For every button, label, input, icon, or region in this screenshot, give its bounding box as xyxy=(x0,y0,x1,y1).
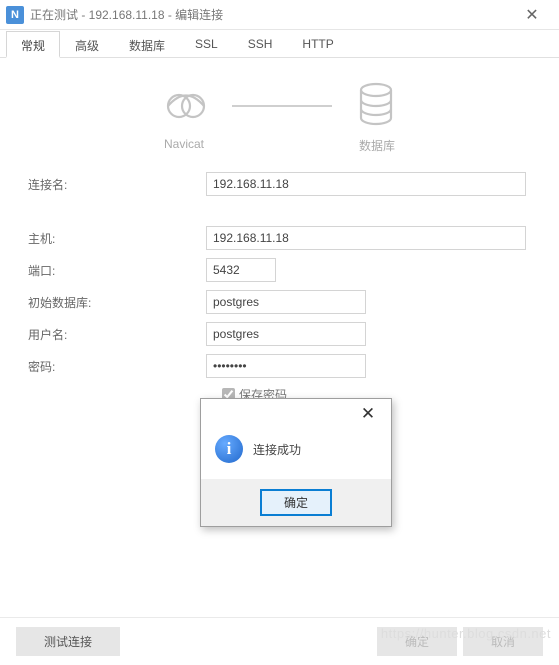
message-box: ✕ i 连接成功 确定 xyxy=(200,398,392,527)
tab-ssh[interactable]: SSH xyxy=(233,31,288,58)
tab-database[interactable]: 数据库 xyxy=(114,31,180,58)
diagram-labels: Navicat 数据库 xyxy=(0,137,559,154)
close-icon[interactable]: ✕ xyxy=(511,0,553,30)
label-password: 密码: xyxy=(16,358,206,375)
row-port: 端口: xyxy=(16,258,543,282)
database-icon xyxy=(356,82,396,129)
user-field[interactable] xyxy=(206,322,366,346)
message-box-text: 连接成功 xyxy=(253,441,301,458)
password-field[interactable] xyxy=(206,354,366,378)
message-box-foot: 确定 xyxy=(201,479,391,526)
ok-button[interactable]: 确定 xyxy=(377,627,457,656)
titlebar: N 正在测试 - 192.168.11.18 - 编辑连接 ✕ xyxy=(0,0,559,30)
label-host: 主机: xyxy=(16,230,206,247)
tab-http[interactable]: HTTP xyxy=(287,31,348,58)
row-password: 密码: xyxy=(16,354,543,378)
app-icon: N xyxy=(6,6,24,24)
message-box-close-icon[interactable]: ✕ xyxy=(347,401,389,427)
diagram-right-label: 数据库 xyxy=(359,137,395,154)
window-title: 正在测试 - 192.168.11.18 - 编辑连接 xyxy=(30,6,223,23)
port-field[interactable] xyxy=(206,258,276,282)
connection-line xyxy=(232,105,332,107)
tab-advanced[interactable]: 高级 xyxy=(60,31,114,58)
navicat-icon xyxy=(164,82,208,129)
test-connection-button[interactable]: 测试连接 xyxy=(16,627,120,656)
label-connection-name: 连接名: xyxy=(16,176,206,193)
message-box-ok-button[interactable]: 确定 xyxy=(260,489,332,516)
label-user: 用户名: xyxy=(16,326,206,343)
initial-db-field[interactable] xyxy=(206,290,366,314)
row-connection-name: 连接名: xyxy=(16,172,543,196)
bottom-bar: 测试连接 确定 取消 xyxy=(0,617,559,665)
row-user: 用户名: xyxy=(16,322,543,346)
label-port: 端口: xyxy=(16,262,206,279)
row-initial-db: 初始数据库: xyxy=(16,290,543,314)
info-icon: i xyxy=(215,435,243,463)
cancel-button[interactable]: 取消 xyxy=(463,627,543,656)
form: 连接名: 主机: 端口: 初始数据库: 用户名: 密码: 保存密码 xyxy=(0,172,559,403)
message-box-body: i 连接成功 xyxy=(201,429,391,479)
tab-ssl[interactable]: SSL xyxy=(180,31,233,58)
tab-general[interactable]: 常规 xyxy=(6,31,60,58)
host-field[interactable] xyxy=(206,226,526,250)
label-initial-db: 初始数据库: xyxy=(16,294,206,311)
diagram-left-label: Navicat xyxy=(164,137,204,154)
connection-diagram xyxy=(0,58,559,137)
tabbar: 常规 高级 数据库 SSL SSH HTTP xyxy=(0,30,559,58)
message-box-head: ✕ xyxy=(201,399,391,429)
connection-name-field[interactable] xyxy=(206,172,526,196)
row-host: 主机: xyxy=(16,226,543,250)
